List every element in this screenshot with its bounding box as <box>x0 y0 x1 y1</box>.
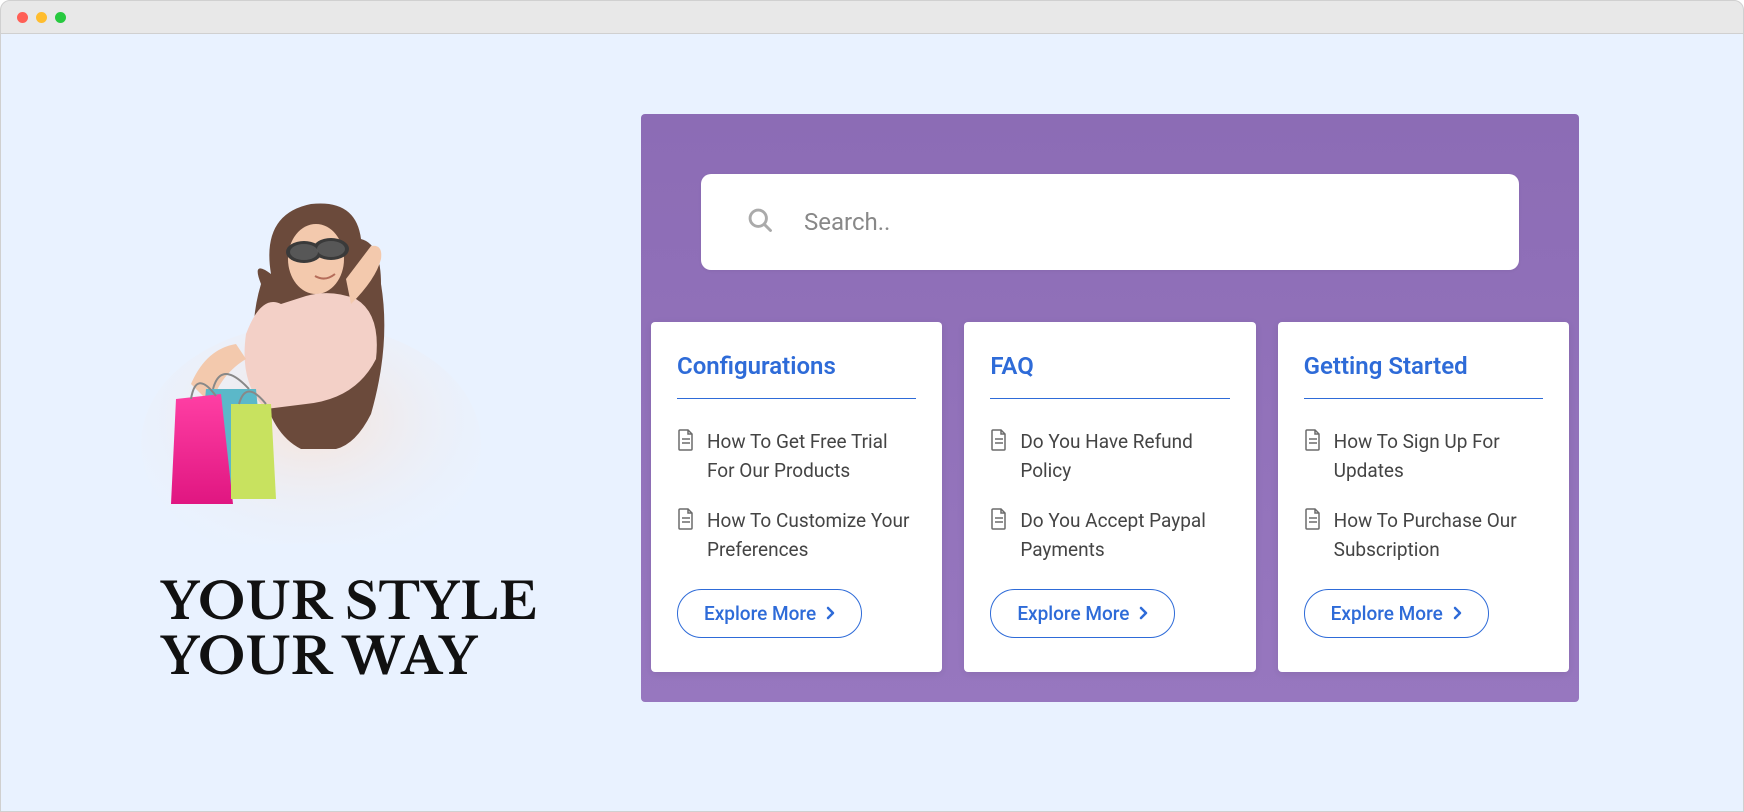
list-item-text: How To Sign Up For Updates <box>1334 427 1543 486</box>
list-item[interactable]: How To Customize Your Preferences <box>677 506 916 565</box>
explore-more-button[interactable]: Explore More <box>990 589 1175 638</box>
knowledge-panel: Configurations How To Get Free Trial For… <box>641 114 1579 702</box>
list-item-text: Do You Have Refund Policy <box>1020 427 1229 486</box>
chevron-right-icon <box>826 602 835 625</box>
browser-chrome <box>0 0 1744 34</box>
card-configurations: Configurations How To Get Free Trial For… <box>651 322 942 672</box>
explore-more-button[interactable]: Explore More <box>677 589 862 638</box>
card-items: How To Get Free Trial For Our Products H… <box>677 427 916 585</box>
chevron-right-icon <box>1453 602 1462 625</box>
headline-line-1: YOUR STYLE <box>161 574 561 629</box>
card-items: Do You Have Refund Policy Do You Accept … <box>990 427 1229 585</box>
document-icon <box>1304 429 1322 455</box>
list-item-text: How To Get Free Trial For Our Products <box>707 427 916 486</box>
card-title[interactable]: Getting Started <box>1304 352 1543 380</box>
explore-label: Explore More <box>704 602 816 625</box>
card-getting-started: Getting Started How To Sign Up For Updat… <box>1278 322 1569 672</box>
list-item-text: How To Purchase Our Subscription <box>1334 506 1543 565</box>
card-title[interactable]: FAQ <box>990 352 1229 380</box>
list-item-text: Do You Accept Paypal Payments <box>1020 506 1229 565</box>
list-item[interactable]: How To Sign Up For Updates <box>1304 427 1543 486</box>
search-icon <box>746 206 774 238</box>
document-icon <box>677 508 695 534</box>
list-item-text: How To Customize Your Preferences <box>707 506 916 565</box>
window-minimize-dot[interactable] <box>36 12 47 23</box>
card-divider <box>677 398 916 399</box>
card-items: How To Sign Up For Updates How To Purcha… <box>1304 427 1543 585</box>
headline-line-2: YOUR WAY <box>161 629 561 684</box>
search-section <box>641 114 1579 330</box>
search-box[interactable] <box>701 174 1519 270</box>
page-viewport: YOUR STYLE YOUR WAY Configurations <box>0 34 1744 812</box>
hero-pane: YOUR STYLE YOUR WAY <box>131 184 561 684</box>
list-item[interactable]: Do You Accept Paypal Payments <box>990 506 1229 565</box>
window-close-dot[interactable] <box>17 12 28 23</box>
cards-row: Configurations How To Get Free Trial For… <box>641 322 1579 672</box>
card-title[interactable]: Configurations <box>677 352 916 380</box>
explore-more-button[interactable]: Explore More <box>1304 589 1489 638</box>
document-icon <box>1304 508 1322 534</box>
hero-image <box>131 184 491 544</box>
chevron-right-icon <box>1139 602 1148 625</box>
page-headline: YOUR STYLE YOUR WAY <box>161 574 561 684</box>
window-maximize-dot[interactable] <box>55 12 66 23</box>
card-divider <box>1304 398 1543 399</box>
explore-label: Explore More <box>1017 602 1129 625</box>
document-icon <box>677 429 695 455</box>
list-item[interactable]: How To Get Free Trial For Our Products <box>677 427 916 486</box>
card-faq: FAQ Do You Have Refund Policy Do You Acc… <box>964 322 1255 672</box>
list-item[interactable]: Do You Have Refund Policy <box>990 427 1229 486</box>
document-icon <box>990 429 1008 455</box>
search-input[interactable] <box>804 208 1474 236</box>
list-item[interactable]: How To Purchase Our Subscription <box>1304 506 1543 565</box>
explore-label: Explore More <box>1331 602 1443 625</box>
document-icon <box>990 508 1008 534</box>
card-divider <box>990 398 1229 399</box>
